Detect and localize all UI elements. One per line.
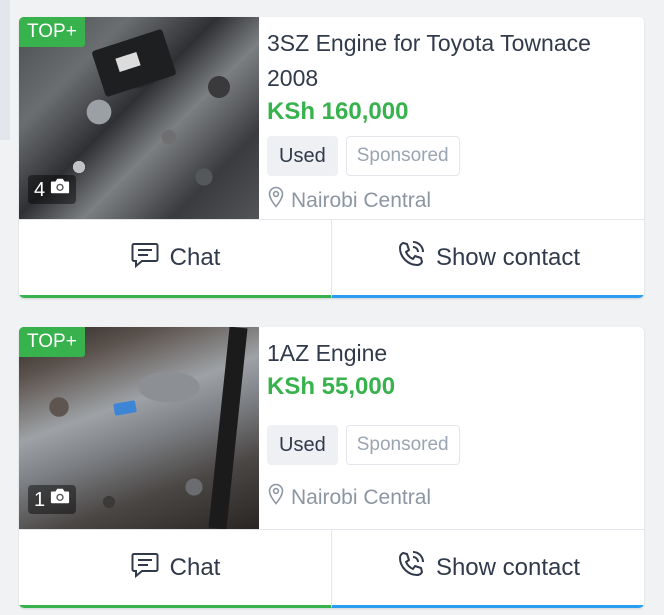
phone-call-icon xyxy=(396,239,426,276)
top-plus-badge: TOP+ xyxy=(19,17,85,47)
camera-icon xyxy=(49,486,71,513)
listing-photo[interactable]: TOP+ 4 xyxy=(19,17,259,219)
listing-actions: Chat Show contact xyxy=(19,529,644,608)
sponsored-tag: Sponsored xyxy=(345,425,460,465)
listing-info: 3SZ Engine for Toyota Townace 2008 KSh 1… xyxy=(267,17,634,215)
sponsored-tag: Sponsored xyxy=(345,136,460,176)
phone-call-icon xyxy=(396,549,426,586)
show-contact-label: Show contact xyxy=(435,553,581,581)
listing-title[interactable]: 3SZ Engine for Toyota Townace 2008 xyxy=(267,26,634,96)
chat-button[interactable]: Chat xyxy=(19,220,332,298)
chat-label: Chat xyxy=(169,243,221,271)
listing-title[interactable]: 1AZ Engine xyxy=(267,336,634,371)
show-contact-button[interactable]: Show contact xyxy=(332,220,644,298)
camera-icon xyxy=(49,176,71,203)
engine-belt xyxy=(208,327,248,529)
listing-tags: Used Sponsored xyxy=(267,425,634,465)
photo-count: 1 xyxy=(28,485,77,514)
location-pin-icon xyxy=(267,483,285,512)
listing-photo[interactable]: TOP+ 1 xyxy=(19,327,259,529)
listing-location: Nairobi Central xyxy=(267,186,634,215)
listing-price: KSh 55,000 xyxy=(267,373,396,400)
listing-price: KSh 160,000 xyxy=(267,98,409,125)
engine-blue-clip xyxy=(113,400,137,416)
chat-bubble-icon xyxy=(130,549,160,586)
listing-card[interactable]: TOP+ 1 1AZ Engine KSh 55,000 Used Sponso… xyxy=(19,327,644,608)
photo-count: 4 xyxy=(28,175,77,204)
location-text: Nairobi Central xyxy=(291,485,432,509)
chat-label: Chat xyxy=(169,553,221,581)
location-pin-icon xyxy=(267,186,285,215)
condition-tag: Used xyxy=(267,425,338,465)
listing-location: Nairobi Central xyxy=(267,483,634,512)
photo-count-value: 4 xyxy=(34,178,46,201)
side-strip xyxy=(0,0,10,140)
chat-bubble-icon xyxy=(130,239,160,276)
listing-info: 1AZ Engine KSh 55,000 Used Sponsored Nai… xyxy=(267,327,634,512)
condition-tag: Used xyxy=(267,136,338,176)
top-plus-badge: TOP+ xyxy=(19,327,85,357)
listing-card[interactable]: TOP+ 4 3SZ Engine for Toyota Townace 200… xyxy=(19,17,644,298)
location-text: Nairobi Central xyxy=(291,188,432,212)
listing-tags: Used Sponsored xyxy=(267,136,634,176)
photo-count-value: 1 xyxy=(34,488,46,511)
show-contact-button[interactable]: Show contact xyxy=(332,530,644,608)
show-contact-label: Show contact xyxy=(435,243,581,271)
listing-actions: Chat Show contact xyxy=(19,219,644,298)
chat-button[interactable]: Chat xyxy=(19,530,332,608)
